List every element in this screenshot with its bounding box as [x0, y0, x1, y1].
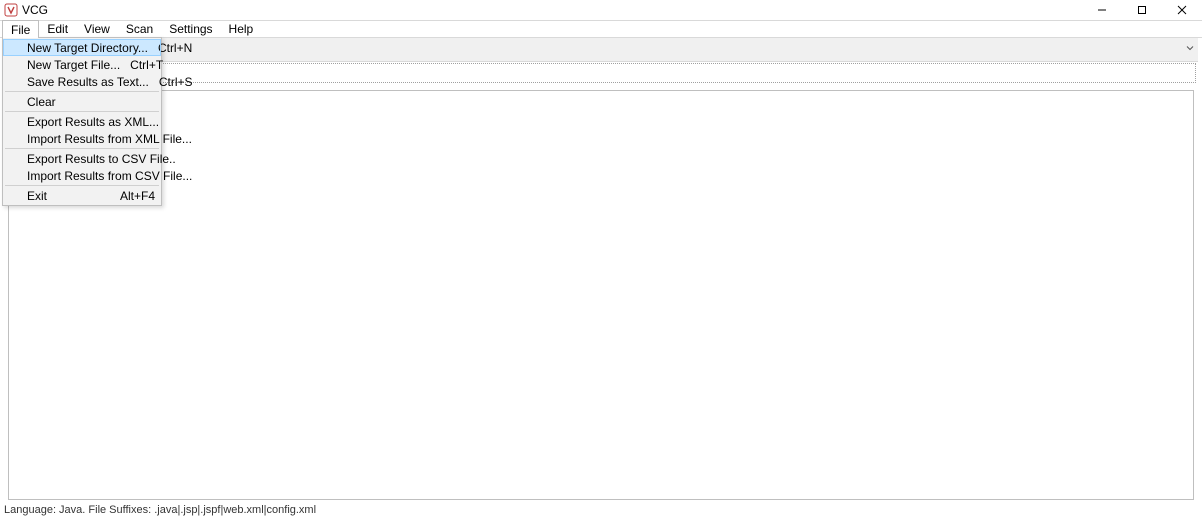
menu-item-save-results-as-text[interactable]: Save Results as Text... Ctrl+S: [3, 73, 161, 90]
menu-bar: File Edit View Scan Settings Help: [0, 20, 1202, 38]
menu-item-new-target-directory[interactable]: New Target Directory... Ctrl+N: [3, 39, 161, 56]
menu-item-exit[interactable]: Exit Alt+F4: [3, 187, 161, 204]
menu-item-shortcut: Ctrl+T: [130, 58, 163, 72]
menu-item-label: Import Results from XML File...: [27, 132, 192, 146]
menu-separator: [5, 148, 159, 149]
menu-separator: [5, 91, 159, 92]
menu-item-export-csv[interactable]: Export Results to CSV File..: [3, 150, 161, 167]
menu-item-export-xml[interactable]: Export Results as XML...: [3, 113, 161, 130]
window-controls: [1082, 0, 1202, 20]
menu-item-shortcut: Ctrl+S: [159, 75, 193, 89]
menu-settings[interactable]: Settings: [161, 21, 220, 37]
app-icon: [4, 3, 18, 17]
menu-item-label: Export Results as XML...: [27, 115, 159, 129]
minimize-button[interactable]: [1082, 0, 1122, 20]
menu-item-shortcut: Alt+F4: [120, 189, 155, 203]
menu-item-label: Exit: [27, 189, 47, 203]
menu-item-label: Export Results to CSV File..: [27, 152, 176, 166]
menu-item-label: Import Results from CSV File...: [27, 169, 192, 183]
menu-separator: [5, 111, 159, 112]
menu-item-label: Clear: [27, 95, 56, 109]
title-bar: VCG: [0, 0, 1202, 20]
menu-file[interactable]: File: [2, 20, 39, 38]
window-title: VCG: [22, 3, 48, 17]
menu-item-label: Save Results as Text...: [27, 75, 149, 89]
menu-item-clear[interactable]: Clear: [3, 93, 161, 110]
menu-item-new-target-file[interactable]: New Target File... Ctrl+T: [3, 56, 161, 73]
menu-item-import-xml[interactable]: Import Results from XML File...: [3, 130, 161, 147]
menu-edit[interactable]: Edit: [39, 21, 76, 37]
close-button[interactable]: [1162, 0, 1202, 20]
menu-item-import-csv[interactable]: Import Results from CSV File...: [3, 167, 161, 184]
menu-scan[interactable]: Scan: [118, 21, 161, 37]
file-menu-dropdown: New Target Directory... Ctrl+N New Targe…: [2, 37, 162, 206]
status-bar: Language: Java. File Suffixes: .java|.js…: [0, 504, 1202, 517]
menu-item-shortcut: Ctrl+N: [158, 41, 192, 55]
maximize-button[interactable]: [1122, 0, 1162, 20]
menu-view[interactable]: View: [76, 21, 118, 37]
menu-help[interactable]: Help: [221, 21, 262, 37]
results-panel: [8, 90, 1194, 500]
toolbar-dropdown-icon[interactable]: [1186, 44, 1194, 55]
work-area: [4, 62, 1198, 504]
menu-item-label: New Target File...: [27, 58, 120, 72]
menu-item-label: New Target Directory...: [27, 41, 148, 55]
menu-separator: [5, 185, 159, 186]
